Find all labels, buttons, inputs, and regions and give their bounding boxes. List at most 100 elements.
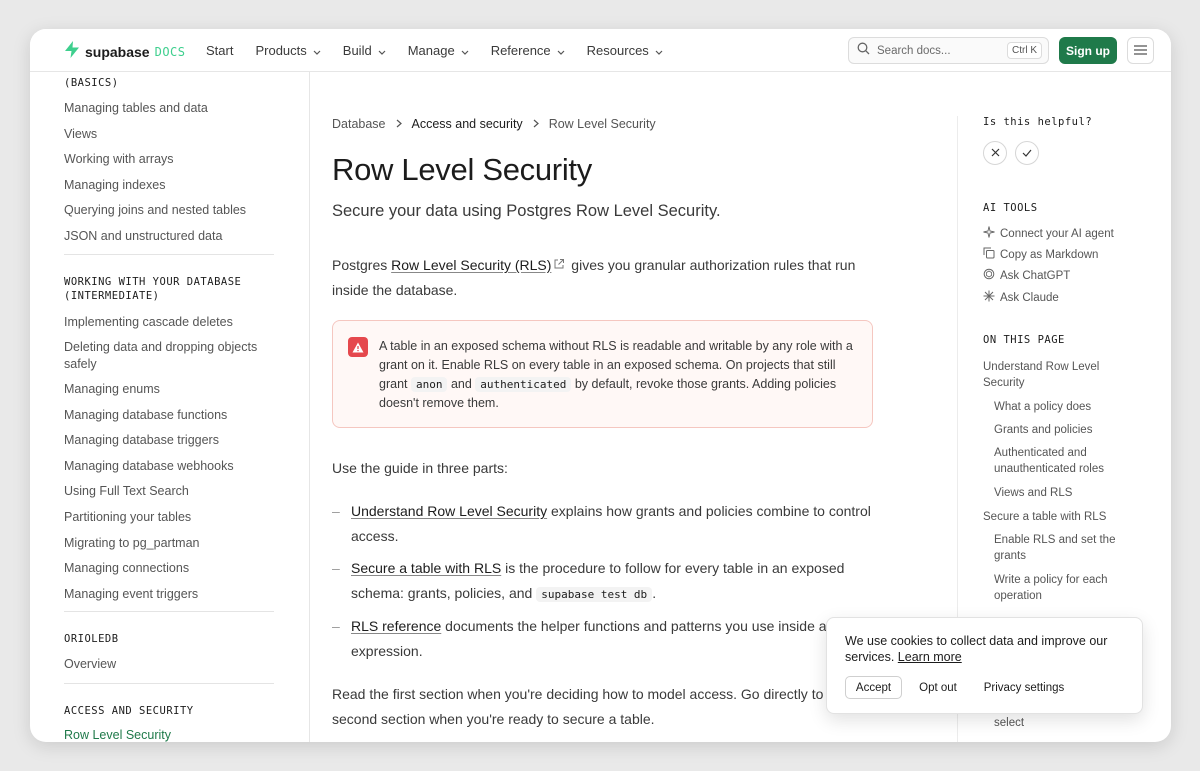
tool-label: Ask ChatGPT xyxy=(1000,269,1071,282)
chevron-down-icon xyxy=(461,43,469,58)
logo-docs-label: DOCS xyxy=(154,45,186,59)
helpful-label: Is this helpful? xyxy=(983,116,1093,128)
callout-text: A table in an exposed schema without RLS… xyxy=(379,337,859,413)
browser-window: supabase DOCS Start Products Build Manag… xyxy=(30,29,1171,742)
sidebar-item[interactable]: Working with arrays xyxy=(64,151,274,168)
accept-cookies-button[interactable]: Accept xyxy=(845,676,902,699)
sidebar-item[interactable]: Managing database triggers xyxy=(64,432,274,449)
sidebar-divider xyxy=(64,683,274,684)
nav-products-label: Products xyxy=(255,42,307,58)
sidebar-item[interactable]: Partitioning your tables xyxy=(64,509,274,526)
dash-bullet: – xyxy=(332,618,340,634)
sidebar-section-orioledb: ORIOLEDB xyxy=(64,633,119,645)
ask-chatgpt-link[interactable]: Ask ChatGPT xyxy=(983,268,1070,283)
toc-item[interactable]: Understand Row Level Security xyxy=(983,359,1123,391)
guide-intro: Use the guide in three parts: xyxy=(332,460,508,476)
cookie-message: We use cookies to collect data and impro… xyxy=(845,634,1108,664)
nav-build[interactable]: Build xyxy=(343,43,386,58)
sidebar-item[interactable]: Managing connections xyxy=(64,560,274,577)
dash-bullet: – xyxy=(332,560,340,576)
chevron-down-icon xyxy=(655,43,663,58)
sidebar-item[interactable]: JSON and unstructured data xyxy=(64,228,274,245)
chevron-down-icon xyxy=(313,43,321,58)
sidebar-item[interactable]: Managing enums xyxy=(64,381,274,398)
opt-out-button[interactable]: Opt out xyxy=(912,676,964,699)
understand-rls-link[interactable]: Understand Row Level Security xyxy=(351,503,547,519)
list-item-text: RLS reference documents the helper funct… xyxy=(351,614,876,664)
toc-item[interactable]: Authenticated and unauthenticated roles xyxy=(994,445,1124,477)
helpful-button[interactable] xyxy=(1015,141,1039,165)
sidebar-item[interactable]: Querying joins and nested tables xyxy=(64,202,274,219)
rls-link[interactable]: Row Level Security (RLS) xyxy=(391,257,551,273)
toc-item[interactable]: Views and RLS xyxy=(994,485,1124,501)
cookie-banner: We use cookies to collect data and impro… xyxy=(826,617,1143,714)
sidebar-item[interactable]: Overview xyxy=(64,656,274,673)
privacy-settings-button[interactable]: Privacy settings xyxy=(979,676,1069,699)
nav-products[interactable]: Products xyxy=(255,42,321,58)
sparkle-icon xyxy=(983,226,1000,241)
sidebar-divider xyxy=(64,254,274,255)
nav-start[interactable]: Start xyxy=(206,43,233,58)
menu-button[interactable] xyxy=(1127,37,1154,64)
callout-part2: and xyxy=(447,377,476,391)
sidebar-item[interactable]: Managing tables and data xyxy=(64,100,274,117)
nav-resources[interactable]: Resources xyxy=(587,43,663,58)
breadcrumb-access-security[interactable]: Access and security xyxy=(412,117,523,131)
hamburger-icon xyxy=(1134,42,1147,60)
code-anon: anon xyxy=(410,377,448,392)
toc-item[interactable]: What a policy does xyxy=(994,399,1124,415)
sidebar-item-active[interactable]: Row Level Security xyxy=(64,727,274,742)
sidebar-section-intermediate: WORKING WITH YOUR DATABASE (INTERMEDIATE… xyxy=(64,276,242,302)
sidebar-item[interactable]: Managing database functions xyxy=(64,407,274,424)
code-supabase-test-db: supabase test db xyxy=(536,587,653,602)
toc-item[interactable]: Secure a table with RLS xyxy=(983,509,1123,525)
claude-icon xyxy=(983,290,1000,305)
toc-item[interactable]: Write a policy for each operation xyxy=(994,572,1124,604)
on-this-page-label: ON THIS PAGE xyxy=(983,334,1065,346)
rls-reference-link[interactable]: RLS reference xyxy=(351,618,441,634)
nav-manage-label: Manage xyxy=(407,42,455,58)
sidebar-item[interactable]: Managing event triggers xyxy=(64,586,274,603)
connect-ai-agent-link[interactable]: Connect your AI agent xyxy=(983,226,1114,241)
search-input[interactable]: Search docs... Ctrl K xyxy=(848,37,1049,64)
nav-build-label: Build xyxy=(342,42,372,58)
ask-claude-link[interactable]: Ask Claude xyxy=(983,290,1059,305)
check-icon xyxy=(1022,144,1032,162)
nav-resources-label: Resources xyxy=(586,42,649,58)
breadcrumb-current: Row Level Security xyxy=(548,117,656,131)
chevron-down-icon xyxy=(557,43,565,58)
search-shortcut-badge: Ctrl K xyxy=(1007,42,1042,59)
secure-table-link[interactable]: Secure a table with RLS xyxy=(351,560,501,576)
sidebar-item[interactable]: Deleting data and dropping objects safel… xyxy=(64,339,274,372)
supabase-logo[interactable]: supabase DOCS xyxy=(64,41,186,63)
toc-item[interactable]: Enable RLS and set the grants xyxy=(994,532,1124,564)
list-item-text: Understand Row Level Security explains h… xyxy=(351,499,876,549)
sidebar-section-basics: (BASICS) xyxy=(64,77,119,89)
toc-item[interactable]: select xyxy=(994,715,1124,731)
not-helpful-button[interactable] xyxy=(983,141,1007,165)
tool-label: Ask Claude xyxy=(1000,291,1059,304)
ai-tools-label: AI TOOLS xyxy=(983,202,1038,214)
copy-markdown-link[interactable]: Copy as Markdown xyxy=(983,247,1098,262)
page-subtitle: Secure your data using Postgres Row Leve… xyxy=(332,202,721,220)
learn-more-link[interactable]: Learn more xyxy=(898,650,962,664)
toc-item[interactable]: Grants and policies xyxy=(994,422,1124,438)
sidebar-item[interactable]: Managing indexes xyxy=(64,177,274,194)
sidebar-item[interactable]: Migrating to pg_partman xyxy=(64,535,274,552)
logo-wordmark: supabase xyxy=(85,44,150,60)
nav-manage[interactable]: Manage xyxy=(408,43,469,58)
sign-up-button[interactable]: Sign up xyxy=(1059,37,1117,64)
supabase-bolt-icon xyxy=(64,41,80,63)
tool-label: Connect your AI agent xyxy=(1000,227,1114,240)
warning-icon xyxy=(348,337,368,357)
nav-reference[interactable]: Reference xyxy=(491,43,565,58)
sidebar-item[interactable]: Managing database webhooks xyxy=(64,458,274,475)
sidebar-item[interactable]: Implementing cascade deletes xyxy=(64,314,274,331)
sidebar-item[interactable]: Views xyxy=(64,126,274,143)
breadcrumb-database[interactable]: Database xyxy=(332,117,386,131)
code-authenticated: authenticated xyxy=(475,377,572,392)
sidebar-item[interactable]: Using Full Text Search xyxy=(64,483,274,500)
chevron-right-icon xyxy=(533,117,539,131)
nav-reference-label: Reference xyxy=(490,42,551,58)
search-icon xyxy=(857,42,870,60)
